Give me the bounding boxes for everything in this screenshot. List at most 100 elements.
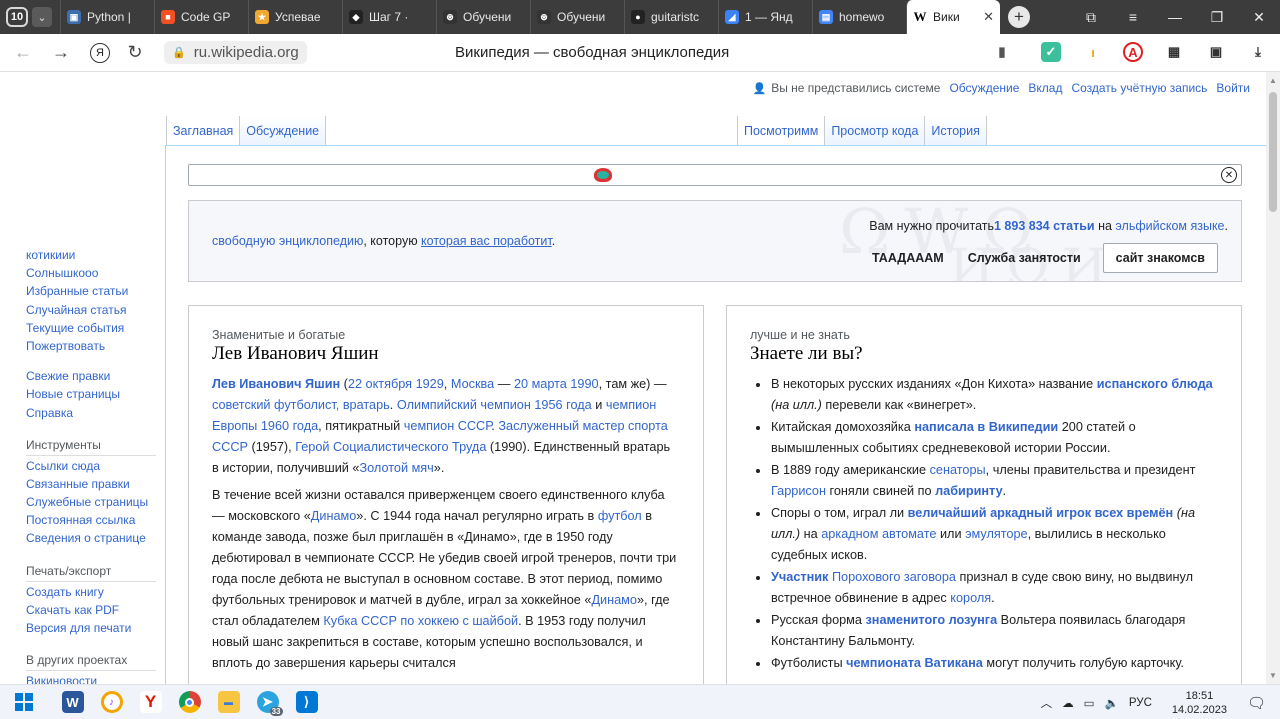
clock[interactable]: 18:51 14.02.2023	[1167, 689, 1232, 717]
tab-read[interactable]: Посмотримм	[737, 116, 825, 146]
tray-overflow-icon[interactable]: ︿	[1041, 695, 1053, 711]
sidebar-tools-link[interactable]: Постоянная ссылка	[26, 511, 156, 529]
word-taskbar-icon[interactable]: W	[56, 687, 90, 717]
article-count[interactable]: 1 893 834 статьи	[994, 219, 1095, 233]
dyk-link[interactable]: короля	[950, 591, 991, 605]
sidebar-nav-link[interactable]: Текущие события	[26, 319, 156, 337]
sidebar-other-project-link[interactable]: Викиновости	[26, 672, 156, 684]
dyk-link[interactable]: эмуляторе	[965, 527, 1028, 541]
bookmark-icon[interactable]: ▮	[992, 42, 1012, 62]
reload-button[interactable]: ↻	[120, 42, 150, 63]
dyk-link[interactable]: чемпионата Ватикана	[846, 656, 983, 670]
start-button[interactable]	[7, 687, 41, 717]
free-encyclopedia-link[interactable]: свободную энциклопедию	[212, 234, 363, 248]
browser-tab[interactable]: ⊛ Обучени	[530, 0, 624, 34]
dyk-link[interactable]: сенаторы	[930, 463, 986, 477]
close-tab-icon[interactable]: ✕	[983, 9, 994, 25]
scroll-up-icon[interactable]: ▲	[1269, 76, 1277, 85]
sidebar-nav-link[interactable]: Свежие правки	[26, 367, 156, 385]
create-account-link[interactable]: Создать учётную запись	[1071, 81, 1207, 95]
sidebar-nav-link[interactable]: Пожертвовать	[26, 337, 156, 355]
sidebar-print-link[interactable]: Версия для печати	[26, 619, 156, 637]
network-icon[interactable]: ▭	[1084, 696, 1095, 710]
featured-name-link[interactable]: Лев Иванович Яшин	[212, 377, 340, 391]
onedrive-icon[interactable]: ☁	[1062, 696, 1074, 710]
notifications-icon[interactable]: 🗨	[1247, 694, 1266, 712]
sidebar-nav-link[interactable]: Справка	[26, 404, 156, 422]
tabs-manager-icon[interactable]: ⧉	[1070, 9, 1112, 26]
new-tab-button[interactable]: +	[1008, 6, 1030, 28]
yandex-browser-taskbar-icon[interactable]: Y	[134, 687, 168, 717]
yandex-button[interactable]: Я	[90, 42, 110, 63]
sidebar-nav-link[interactable]: котикиии	[26, 246, 156, 264]
back-button[interactable]: ←	[4, 42, 42, 63]
enslave-link[interactable]: которая вас поработит	[421, 234, 552, 248]
soviet-footballer-link[interactable]: советский футболист, вратарь	[212, 398, 390, 412]
dynamo-link[interactable]: Динамо	[311, 509, 357, 523]
sidebar-print-link[interactable]: Создать книгу	[26, 583, 156, 601]
close-window-button[interactable]: ✕	[1238, 9, 1280, 26]
elvish-language-link[interactable]: эльфийском языке	[1115, 219, 1224, 233]
extension-yandex-icon[interactable]: ı	[1083, 42, 1103, 62]
browser-tab[interactable]: ● guitaristc	[624, 0, 718, 34]
employment-service-button[interactable]: Служба занятости	[956, 243, 1093, 273]
sidebar-tools-link[interactable]: Ссылки сюда	[26, 457, 156, 475]
minimize-button[interactable]: —	[1154, 9, 1196, 25]
dyk-link[interactable]: Участник	[771, 570, 828, 584]
sidebar-tools-link[interactable]: Служебные страницы	[26, 493, 156, 511]
moscow-link[interactable]: Москва	[451, 377, 494, 391]
hero-labour-link[interactable]: Герой Социалистического Труда	[295, 440, 486, 454]
dating-site-button[interactable]: сайт знакомсв	[1102, 243, 1218, 273]
tab-view-source[interactable]: Просмотр кода	[824, 116, 925, 146]
football-link[interactable]: футбол	[598, 509, 642, 523]
browser-tab[interactable]: ■ Code GP	[154, 0, 248, 34]
login-link[interactable]: Войти	[1216, 81, 1250, 95]
death-date-link[interactable]: 20 марта 1990	[514, 377, 599, 391]
scroll-down-icon[interactable]: ▼	[1269, 671, 1277, 680]
birth-date-link[interactable]: 22 октября 1929	[348, 377, 444, 391]
yandex-music-taskbar-icon[interactable]: ♪	[95, 687, 129, 717]
url-field[interactable]: 🔒 ru.wikipedia.org	[164, 41, 307, 64]
hockey-cup-link[interactable]: Кубка СССР по хоккею с шайбой	[323, 614, 518, 628]
tab-list-chevron-icon[interactable]: ⌄	[32, 7, 52, 27]
dyk-link[interactable]: величайший аркадный игрок всех времён	[908, 506, 1174, 520]
page-scrollbar[interactable]: ▲ ▼	[1266, 72, 1280, 684]
tab-discussion[interactable]: Обсуждение	[239, 116, 327, 146]
talk-link[interactable]: Обсуждение	[949, 81, 1019, 95]
browser-tab[interactable]: ◢ 1 — Янд	[718, 0, 812, 34]
dyk-link[interactable]: аркадном автомате	[821, 527, 936, 541]
sidebar-nav-link[interactable]: Случайная статья	[26, 301, 156, 319]
sidebar-print-link[interactable]: Скачать как PDF	[26, 601, 156, 619]
browser-tab[interactable]: ▣ Python |	[60, 0, 154, 34]
browser-tab[interactable]: ★ Успевае	[248, 0, 342, 34]
restore-button[interactable]: ❐	[1196, 9, 1238, 26]
telegram-taskbar-icon[interactable]: ➤ 33	[251, 687, 285, 717]
downloads-tray-icon[interactable]: ⤓	[1248, 42, 1268, 62]
dyk-link[interactable]: Порохового заговора	[832, 570, 956, 584]
vscode-taskbar-icon[interactable]: ⟩	[290, 687, 324, 717]
browser-tab-active[interactable]: W Вики ✕	[906, 0, 1000, 34]
olympic-champion-link[interactable]: Олимпийский чемпион 1956 года	[397, 398, 592, 412]
file-explorer-taskbar-icon[interactable]: ▬	[212, 687, 246, 717]
tab-main-page[interactable]: Заглавная	[166, 116, 240, 146]
browser-tab[interactable]: ◆ Шаг 7 ·	[342, 0, 436, 34]
ussr-champion-link[interactable]: чемпион СССР	[404, 419, 492, 433]
banner-close-icon[interactable]: ✕	[1221, 167, 1237, 183]
language-indicator[interactable]: РУС	[1129, 697, 1152, 709]
sidebar-nav-link[interactable]: Новые страницы	[26, 385, 156, 403]
tab-history[interactable]: История	[924, 116, 987, 146]
dyk-link[interactable]: лабиринту	[935, 484, 1003, 498]
sidebar-nav-link[interactable]: Солнышкооо	[26, 264, 156, 282]
dyk-link[interactable]: испанского блюда	[1097, 377, 1213, 391]
hockey-dynamo-link[interactable]: Динамо	[591, 593, 637, 607]
collections-icon[interactable]: ▣	[1206, 42, 1226, 62]
downloads-icon[interactable]: ≡	[1112, 9, 1154, 25]
extension-translate-icon[interactable]: ✓	[1041, 42, 1061, 62]
dyk-link[interactable]: Гаррисон	[771, 484, 826, 498]
dyk-link[interactable]: написала в Википедии	[914, 420, 1058, 434]
sidebar-nav-link[interactable]: Избранные статьи	[26, 282, 156, 300]
browser-tab[interactable]: ▤ homewo	[812, 0, 906, 34]
sidebar-tools-link[interactable]: Связанные правки	[26, 475, 156, 493]
qr-code-icon[interactable]: ▦	[1164, 42, 1184, 62]
volume-icon[interactable]: 🔈	[1105, 696, 1119, 710]
